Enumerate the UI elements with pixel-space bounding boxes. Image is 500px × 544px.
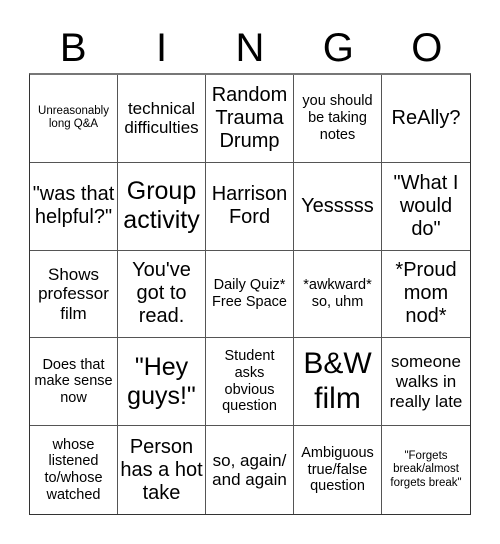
bingo-header: B I N G O	[29, 18, 471, 74]
bingo-cell[interactable]: Shows professor film	[30, 250, 118, 339]
header-letter-g: G	[322, 26, 354, 70]
bingo-cell[interactable]: someone walks in really late	[382, 338, 470, 427]
header-letter-o: O	[411, 26, 443, 70]
bingo-cell[interactable]: whose listened to/whose watched	[30, 426, 118, 514]
bingo-cell[interactable]: Does that make sense now	[30, 338, 118, 427]
bingo-cell[interactable]: technical difficulties	[118, 75, 206, 163]
bingo-cell[interactable]: "was that helpful?"	[30, 162, 118, 251]
bingo-cell[interactable]: Unreasonably long Q&A	[30, 75, 118, 163]
bingo-cell[interactable]: so, again/ and again	[206, 426, 294, 514]
bingo-cell[interactable]: "What I would do"	[382, 163, 470, 251]
bingo-cell[interactable]: you should be taking notes	[294, 75, 382, 163]
bingo-cell[interactable]: B&W film	[294, 338, 382, 427]
bingo-cell[interactable]: "Hey guys!"	[118, 338, 206, 427]
header-letter-n: N	[235, 26, 265, 70]
header-letter-i: I	[156, 26, 168, 70]
bingo-cell[interactable]: Yesssss	[294, 162, 382, 251]
bingo-cell[interactable]: Person has a hot take	[118, 426, 206, 514]
bingo-board: Unreasonably long Q&A technical difficul…	[29, 73, 471, 515]
bingo-cell[interactable]: ReAlly?	[382, 75, 470, 163]
bingo-cell[interactable]: *awkward* so, uhm	[294, 250, 382, 339]
bingo-cell[interactable]: Random Trauma Drump	[206, 75, 294, 163]
free-space-cell[interactable]: Daily Quiz* Free Space	[206, 250, 294, 339]
bingo-cell[interactable]: "Forgets break/almost forgets break"	[382, 426, 470, 514]
bingo-cell[interactable]: Harrison Ford	[206, 162, 294, 251]
bingo-cell[interactable]: You've got to read.	[118, 250, 206, 339]
bingo-cell[interactable]: Group activity	[118, 162, 206, 251]
bingo-cell[interactable]: Ambiguous true/false question	[294, 426, 382, 514]
header-letter-b: B	[59, 26, 87, 70]
bingo-cell[interactable]: Student asks obvious question	[206, 338, 294, 427]
bingo-cell[interactable]: *Proud mom nod*	[382, 251, 470, 339]
